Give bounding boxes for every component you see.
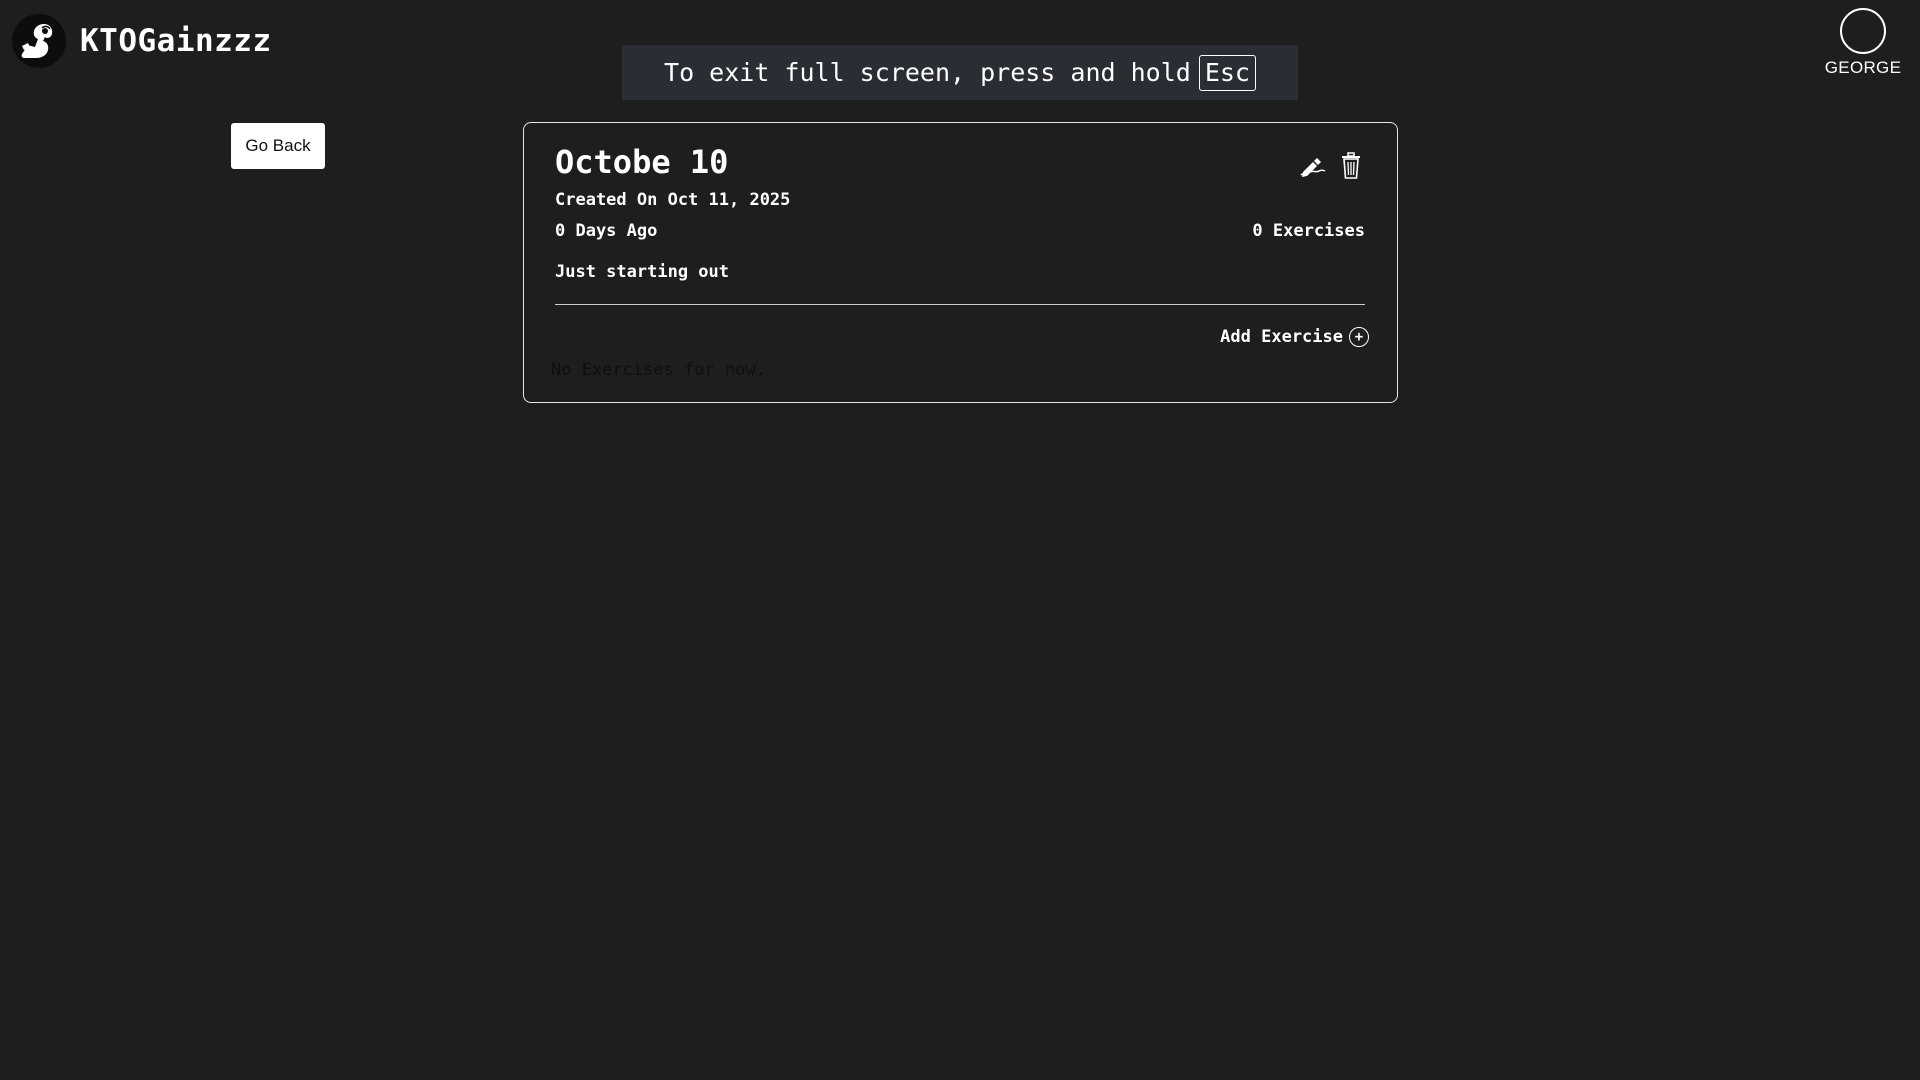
fullscreen-notice-text: To exit full screen, press and hold (664, 58, 1191, 87)
edit-icon[interactable] (1299, 151, 1327, 181)
workout-card: Octobe 10 Created On Oct 11, 2025 0 Days… (523, 122, 1398, 403)
avatar[interactable] (1840, 8, 1886, 54)
workout-title: Octobe 10 (555, 143, 729, 181)
created-date: Created On Oct 11, 2025 (555, 190, 791, 210)
days-ago: 0 Days Ago (555, 221, 658, 241)
workout-description: Just starting out (555, 262, 729, 282)
go-back-button[interactable]: Go Back (231, 123, 325, 169)
workout-actions (1299, 151, 1365, 181)
user-name: GEORGE (1824, 58, 1902, 77)
brand[interactable]: KTOGainzzz (12, 14, 272, 68)
plus-circle-icon: + (1349, 327, 1369, 347)
user-profile[interactable]: GEORGE (1824, 8, 1902, 78)
fullscreen-notice: To exit full screen, press and hold Esc (622, 45, 1298, 100)
empty-exercises-message: No Exercises for now. (551, 360, 766, 380)
esc-key-label: Esc (1198, 54, 1256, 91)
add-exercise-label: Add Exercise (1220, 327, 1343, 347)
flexing-arm-logo-icon (12, 14, 66, 68)
exercise-count: 0 Exercises (1252, 221, 1365, 241)
divider (555, 304, 1365, 305)
add-exercise-button[interactable]: Add Exercise + (1220, 327, 1369, 347)
trash-icon[interactable] (1337, 151, 1365, 181)
brand-name: KTOGainzzz (80, 23, 272, 59)
